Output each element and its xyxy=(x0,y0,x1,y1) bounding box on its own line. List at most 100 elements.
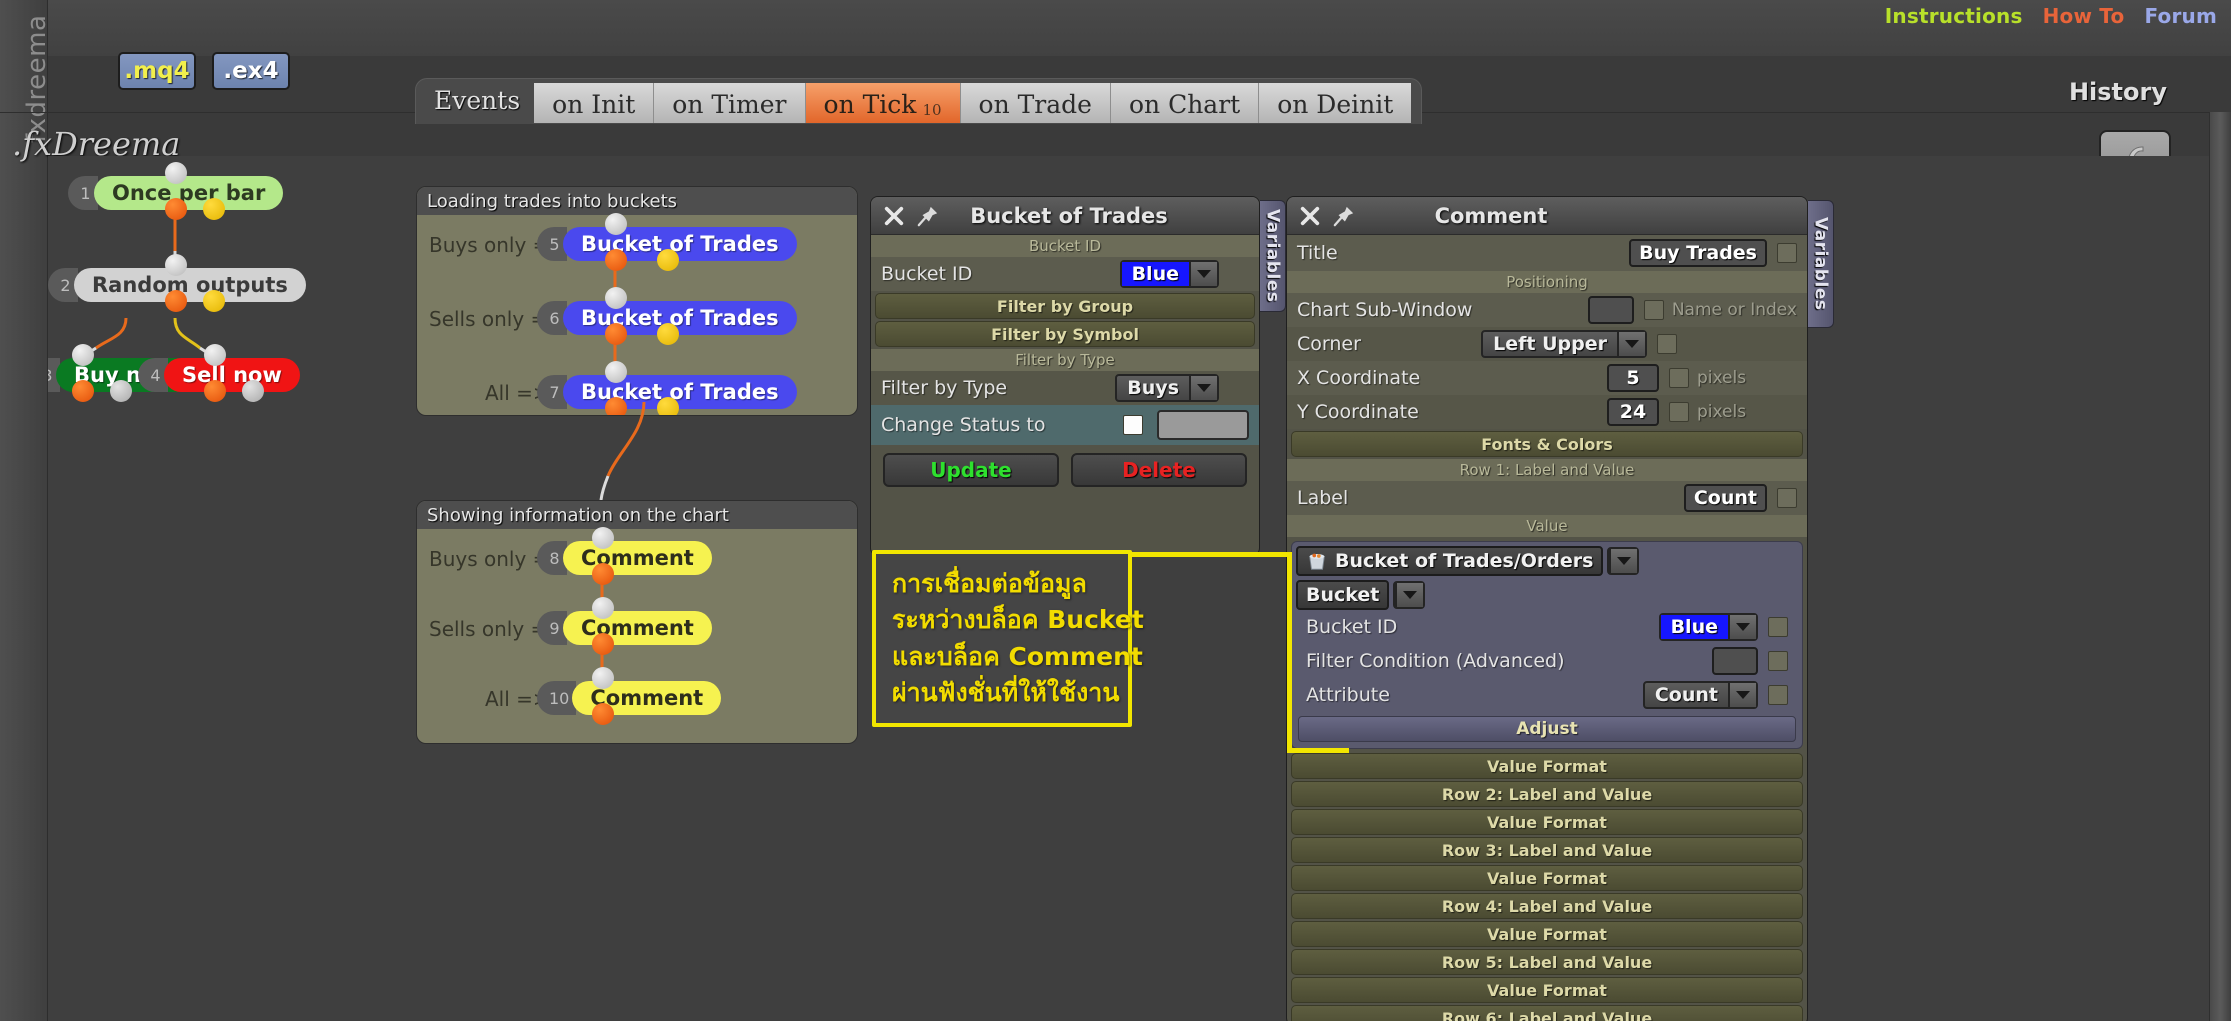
tab-on-trade[interactable]: on Trade xyxy=(960,83,1111,123)
section-row-5[interactable]: Row 5: Label and Value xyxy=(1291,949,1803,975)
chevron-down-icon[interactable] xyxy=(1609,549,1638,573)
node-output-dot-orange[interactable] xyxy=(605,249,627,271)
section-value[interactable]: Value xyxy=(1287,515,1807,537)
section-row-2[interactable]: Row 2: Label and Value xyxy=(1291,781,1803,807)
filter-condition-checkbox[interactable] xyxy=(1768,651,1788,671)
y-checkbox[interactable] xyxy=(1669,402,1689,422)
bucket-chip-dropdown[interactable] xyxy=(1393,581,1426,609)
value-bucket-id-checkbox[interactable] xyxy=(1768,617,1788,637)
node-input-dot[interactable] xyxy=(592,527,614,549)
node-input-dot[interactable] xyxy=(605,213,627,235)
node-output-dot-yellow[interactable] xyxy=(203,290,225,312)
close-icon[interactable] xyxy=(1299,205,1321,227)
section-row-6[interactable]: Row 6: Label and Value xyxy=(1291,1005,1803,1021)
tab-on-deinit[interactable]: on Deinit xyxy=(1259,83,1412,123)
attribute-checkbox[interactable] xyxy=(1768,685,1788,705)
chevron-down-icon[interactable] xyxy=(1728,683,1756,707)
corner-checkbox[interactable] xyxy=(1657,334,1677,354)
node-input-dot[interactable] xyxy=(165,254,187,276)
pin-icon[interactable] xyxy=(917,205,939,227)
attribute-select[interactable]: Count xyxy=(1642,681,1758,709)
section-row-4[interactable]: Row 4: Label and Value xyxy=(1291,893,1803,919)
node-output-dot-yellow[interactable] xyxy=(657,249,679,271)
section-row-3[interactable]: Row 3: Label and Value xyxy=(1291,837,1803,863)
sub-window-input[interactable] xyxy=(1587,296,1634,324)
change-status-checkbox[interactable] xyxy=(1123,415,1143,435)
mq4-button[interactable]: .mq4 xyxy=(118,52,196,90)
corner-select[interactable]: Left Upper xyxy=(1481,330,1647,358)
chevron-down-icon[interactable] xyxy=(1617,332,1645,356)
bucket-variables-tab[interactable]: Variables xyxy=(1260,200,1286,312)
change-status-input[interactable] xyxy=(1157,410,1249,440)
node-input-dot[interactable] xyxy=(592,667,614,689)
title-value-box[interactable]: Buy Trades xyxy=(1629,239,1767,267)
filter-type-select[interactable]: Buys xyxy=(1115,374,1219,402)
x-input[interactable]: 5 xyxy=(1607,364,1659,392)
section-value-format-3[interactable]: Value Format xyxy=(1291,865,1803,891)
node-output-dot-orange[interactable] xyxy=(165,290,187,312)
update-button[interactable]: Update xyxy=(883,453,1059,487)
node-output-dot-yellow[interactable] xyxy=(203,198,225,220)
node-output-dot-orange[interactable] xyxy=(165,198,187,220)
node-input-dot[interactable] xyxy=(592,597,614,619)
node-output-dot-gray[interactable] xyxy=(110,380,132,402)
sub-window-checkbox[interactable] xyxy=(1643,300,1664,320)
node-input-dot[interactable] xyxy=(605,361,627,383)
section-value-format-5[interactable]: Value Format xyxy=(1291,977,1803,1003)
node-input-dot[interactable] xyxy=(72,344,94,366)
x-checkbox[interactable] xyxy=(1669,368,1689,388)
tab-on-timer[interactable]: on Timer xyxy=(654,83,806,123)
tab-on-init[interactable]: on Init xyxy=(534,83,655,123)
section-filter-by-group[interactable]: Filter by Group xyxy=(875,293,1255,319)
page-scrollbar[interactable] xyxy=(2209,112,2231,1021)
section-filter-by-type[interactable]: Filter by Type xyxy=(871,349,1259,371)
adjust-button[interactable]: Adjust xyxy=(1298,716,1796,742)
section-filter-by-symbol[interactable]: Filter by Symbol xyxy=(875,321,1255,347)
value-source-dropdown[interactable] xyxy=(1607,547,1640,575)
section-value-format-2[interactable]: Value Format xyxy=(1291,809,1803,835)
tab-on-tick[interactable]: on Tick 10 xyxy=(805,83,961,123)
tab-on-chart[interactable]: on Chart xyxy=(1110,83,1260,123)
node-output-dot-gray[interactable] xyxy=(242,380,264,402)
section-value-format-1[interactable]: Value Format xyxy=(1291,753,1803,779)
node-output-dot-orange[interactable] xyxy=(592,633,614,655)
chevron-down-icon[interactable] xyxy=(1395,583,1424,607)
flow-node-comment-8[interactable]: 8 Comment xyxy=(537,541,712,575)
node-output-dot-orange[interactable] xyxy=(592,563,614,585)
filter-condition-input[interactable] xyxy=(1712,647,1758,675)
section-row-1[interactable]: Row 1: Label and Value xyxy=(1287,459,1807,481)
chevron-down-icon[interactable] xyxy=(1189,262,1217,286)
y-input[interactable]: 24 xyxy=(1607,398,1659,426)
link-how-to[interactable]: How To xyxy=(2043,4,2125,28)
pin-icon[interactable] xyxy=(1333,205,1355,227)
node-output-dot-orange[interactable] xyxy=(72,380,94,402)
flow-node-comment-10[interactable]: 10 Comment xyxy=(537,681,722,715)
section-bucket-id[interactable]: Bucket ID xyxy=(871,235,1259,257)
label-value-box[interactable]: Count xyxy=(1683,484,1767,512)
node-input-dot[interactable] xyxy=(605,287,627,309)
node-input-dot[interactable] xyxy=(204,344,226,366)
chevron-down-icon[interactable] xyxy=(1189,376,1217,400)
bucket-id-select[interactable]: Blue xyxy=(1119,260,1219,288)
flow-node-comment-9[interactable]: 9 Comment xyxy=(537,611,712,645)
label-checkbox[interactable] xyxy=(1777,488,1797,508)
node-output-dot-yellow[interactable] xyxy=(657,323,679,345)
ex4-button[interactable]: .ex4 xyxy=(212,52,290,90)
link-forum[interactable]: Forum xyxy=(2144,4,2217,28)
chevron-down-icon[interactable] xyxy=(1728,615,1756,639)
node-output-dot-orange[interactable] xyxy=(592,703,614,725)
value-bucket-id-select[interactable]: Blue xyxy=(1658,613,1758,641)
comment-variables-tab[interactable]: Variables xyxy=(1808,200,1834,328)
delete-button[interactable]: Delete xyxy=(1071,453,1247,487)
close-icon[interactable] xyxy=(883,205,905,227)
node-input-dot[interactable] xyxy=(165,162,187,184)
link-instructions[interactable]: Instructions xyxy=(1885,4,2023,28)
node-output-dot-orange[interactable] xyxy=(605,323,627,345)
bucket-chip[interactable]: Bucket xyxy=(1296,580,1390,610)
value-source-select[interactable]: Bucket of Trades/Orders xyxy=(1296,546,1604,576)
section-positioning[interactable]: Positioning xyxy=(1287,271,1807,293)
section-value-format-4[interactable]: Value Format xyxy=(1291,921,1803,947)
node-output-dot-orange[interactable] xyxy=(204,380,226,402)
section-fonts-colors[interactable]: Fonts & Colors xyxy=(1291,431,1803,457)
title-checkbox[interactable] xyxy=(1777,243,1797,263)
